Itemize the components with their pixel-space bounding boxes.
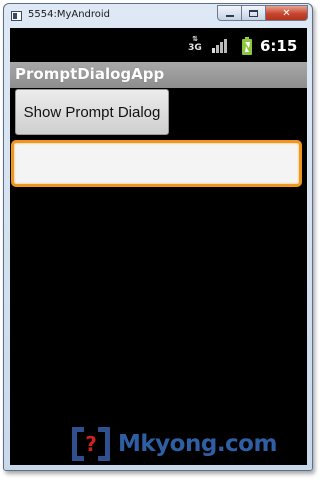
watermark-text: Mkyong.com [118,431,277,457]
close-button[interactable]: ✕ [266,5,308,21]
question-mark-icon: ? [85,432,97,456]
minimize-button[interactable] [217,5,242,21]
mkyong-logo-icon: ? [72,425,110,463]
result-text-field[interactable] [11,140,302,187]
window-title: 5554:MyAndroid [28,9,111,20]
show-prompt-dialog-button[interactable]: Show Prompt Dialog [15,89,169,135]
network-type-label: 3G [188,43,202,53]
emulator-window: 5554:MyAndroid ✕ ⇅ 3G 6:15 PromptDialogA… [3,3,313,471]
signal-strength-icon [212,39,230,53]
phone-screen: ⇅ 3G 6:15 PromptDialogApp Show Prompt Di… [10,28,307,465]
status-clock: 6:15 [260,37,298,55]
signal-bar [212,48,215,53]
minimize-icon [225,15,234,17]
app-title-bar: PromptDialogApp [10,62,307,88]
signal-bar [224,39,227,53]
network-type-icon: ⇅ 3G [188,36,202,53]
android-status-bar: ⇅ 3G 6:15 [10,28,307,62]
close-icon: ✕ [282,7,291,19]
signal-bar [220,42,223,53]
mkyong-watermark: ? Mkyong.com [72,424,277,464]
data-activity-icon: ⇅ [192,35,198,43]
window-titlebar[interactable]: 5554:MyAndroid ✕ [4,4,312,28]
app-title: PromptDialogApp [15,65,165,83]
emulator-app-icon [11,11,22,21]
window-controls: ✕ [217,5,308,21]
maximize-icon [249,9,258,17]
maximize-button[interactable] [242,5,266,21]
battery-charging-icon [242,37,252,55]
signal-bar [216,45,219,53]
